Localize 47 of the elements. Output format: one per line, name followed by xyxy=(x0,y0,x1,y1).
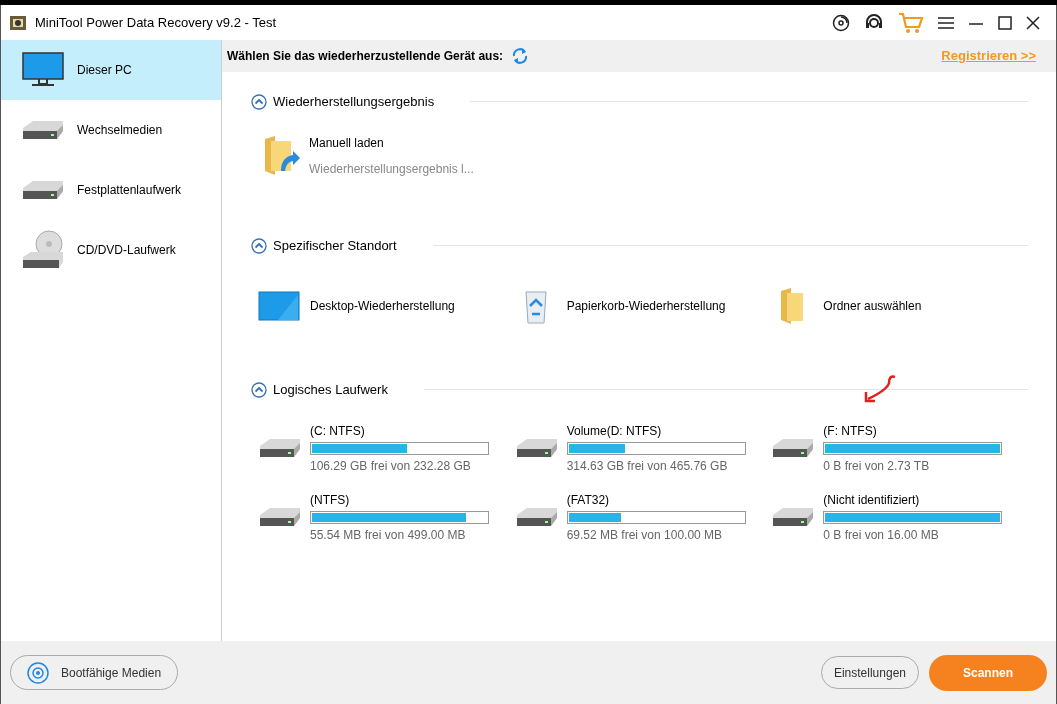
monitor-icon xyxy=(22,52,64,88)
collapse-icon[interactable] xyxy=(251,237,267,254)
drive-label[interactable]: (FAT32) xyxy=(566,490,746,509)
section-title: Wiederherstellungsergebnis xyxy=(273,93,435,111)
folder-shortcut-icon xyxy=(263,134,301,177)
drive-label[interactable]: (F: NTFS) xyxy=(823,421,1003,440)
load-description: Wiederherstellungsergebnis l... xyxy=(309,160,474,178)
collapse-icon[interactable] xyxy=(251,381,267,398)
location-label[interactable]: Papierkorb-Wiederherstellung xyxy=(566,296,726,315)
app-logo-icon xyxy=(9,13,27,32)
location-label[interactable]: Ordner auswählen xyxy=(823,296,922,315)
drive-capacity: 0 B frei von 2.73 TB xyxy=(823,457,931,475)
drive-label[interactable]: (NTFS) xyxy=(310,490,489,509)
window-title: MiniTool Power Data Recovery v9.2 - Test xyxy=(35,13,277,32)
drive-icon xyxy=(258,506,302,528)
drive-icon xyxy=(21,179,65,201)
collapse-icon[interactable] xyxy=(251,93,267,110)
drive-capacity: 55.54 MB frei von 499.00 MB xyxy=(310,526,467,544)
sidebar-item[interactable]: Dieser PC xyxy=(1,40,221,100)
location-label[interactable]: Desktop-Wiederherstellung xyxy=(310,296,455,315)
drive-capacity: 0 B frei von 16.00 MB xyxy=(823,526,940,544)
disc-icon[interactable] xyxy=(832,13,850,32)
refresh-icon[interactable] xyxy=(511,47,530,65)
device-prompt: Wählen Sie das wiederherzustellende Gerät aus: xyxy=(227,48,504,65)
bootable-media-button[interactable]: Bootfähige Medien xyxy=(10,655,179,690)
drive-icon xyxy=(514,437,559,459)
disc-icon xyxy=(27,661,49,684)
drive-label[interactable]: (Nicht identifiziert) xyxy=(823,490,1003,509)
drive-capacity: 106.29 GB frei von 232.28 GB xyxy=(310,457,472,475)
section-title: Logisches Laufwerk xyxy=(273,381,388,399)
drive-icon xyxy=(21,119,65,141)
drive-icon xyxy=(771,437,816,459)
drive-capacity: 314.63 GB frei von 465.76 GB xyxy=(566,457,729,475)
cd-drive-icon xyxy=(21,230,65,270)
section-title: Spezifischer Standort xyxy=(273,237,397,255)
menu-icon[interactable] xyxy=(938,15,954,30)
drive-icon xyxy=(258,437,302,459)
drive-label[interactable]: (C: NTFS) xyxy=(310,421,489,440)
maximize-icon[interactable] xyxy=(998,15,1012,30)
settings-button[interactable]: Einstellungen xyxy=(820,656,919,689)
drive-capacity: 69.52 MB frei von 100.00 MB xyxy=(566,526,724,544)
drive-icon xyxy=(771,506,816,528)
desktop-icon xyxy=(258,290,300,321)
close-icon[interactable] xyxy=(1026,15,1040,30)
drive-icon xyxy=(514,506,559,528)
load-manually-link[interactable]: Manuell laden xyxy=(309,133,474,152)
drive-label[interactable]: Volume(D: NTFS) xyxy=(566,421,746,440)
